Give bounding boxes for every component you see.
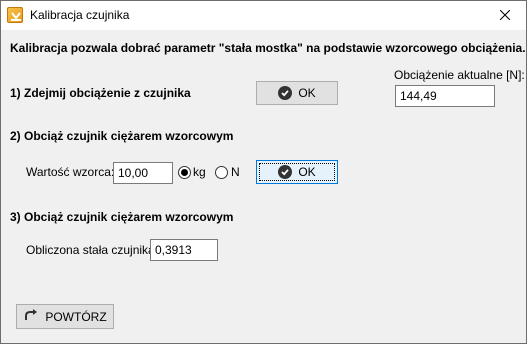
constant-value: 0,3913 xyxy=(155,243,192,257)
unit-kg-radio[interactable] xyxy=(178,166,191,179)
pattern-value: 10,00 xyxy=(118,166,149,180)
check-circle-icon xyxy=(278,165,293,179)
app-icon xyxy=(7,7,23,23)
step2-ok-button[interactable]: OK xyxy=(256,160,338,184)
close-button[interactable] xyxy=(484,1,526,30)
current-load-label: Obciążenie aktualne [N]: xyxy=(394,68,525,82)
intro-text: Kalibracja pozwala dobrać parametr "stał… xyxy=(10,41,526,55)
constant-label: Obliczona stała czujnika: xyxy=(26,243,159,257)
pattern-value-label: Wartość wzorca: xyxy=(26,165,115,179)
title-bar: Kalibracja czujnika xyxy=(1,1,526,30)
close-icon xyxy=(499,9,511,23)
step1-heading: 1) Zdejmij obciążenie z czujnika xyxy=(10,86,191,100)
repeat-button[interactable]: POWTÓRZ xyxy=(16,304,114,329)
step3-heading: 3) Obciąż czujnik ciężarem wzorcowym xyxy=(10,210,234,224)
step1-ok-button[interactable]: OK xyxy=(256,81,338,105)
step2-heading: 2) Obciąż czujnik ciężarem wzorcowym xyxy=(10,129,234,143)
step2-ok-label: OK xyxy=(298,165,316,179)
pattern-value-field[interactable]: 10,00 xyxy=(113,162,173,184)
unit-kg-label: kg xyxy=(193,165,206,179)
step1-ok-label: OK xyxy=(298,86,316,100)
redo-arrow-icon xyxy=(23,308,39,325)
unit-n-radio[interactable] xyxy=(215,166,228,179)
current-load-value: 144,49 xyxy=(400,89,437,103)
unit-n-label: N xyxy=(231,165,240,179)
window-title: Kalibracja czujnika xyxy=(30,8,130,22)
calibration-dialog: Kalibracja czujnika Kalibracja pozwala d… xyxy=(0,0,527,344)
check-circle-icon xyxy=(278,86,293,100)
repeat-label: POWTÓRZ xyxy=(45,309,107,324)
current-load-field[interactable]: 144,49 xyxy=(395,85,495,107)
constant-field[interactable]: 0,3913 xyxy=(150,239,218,261)
